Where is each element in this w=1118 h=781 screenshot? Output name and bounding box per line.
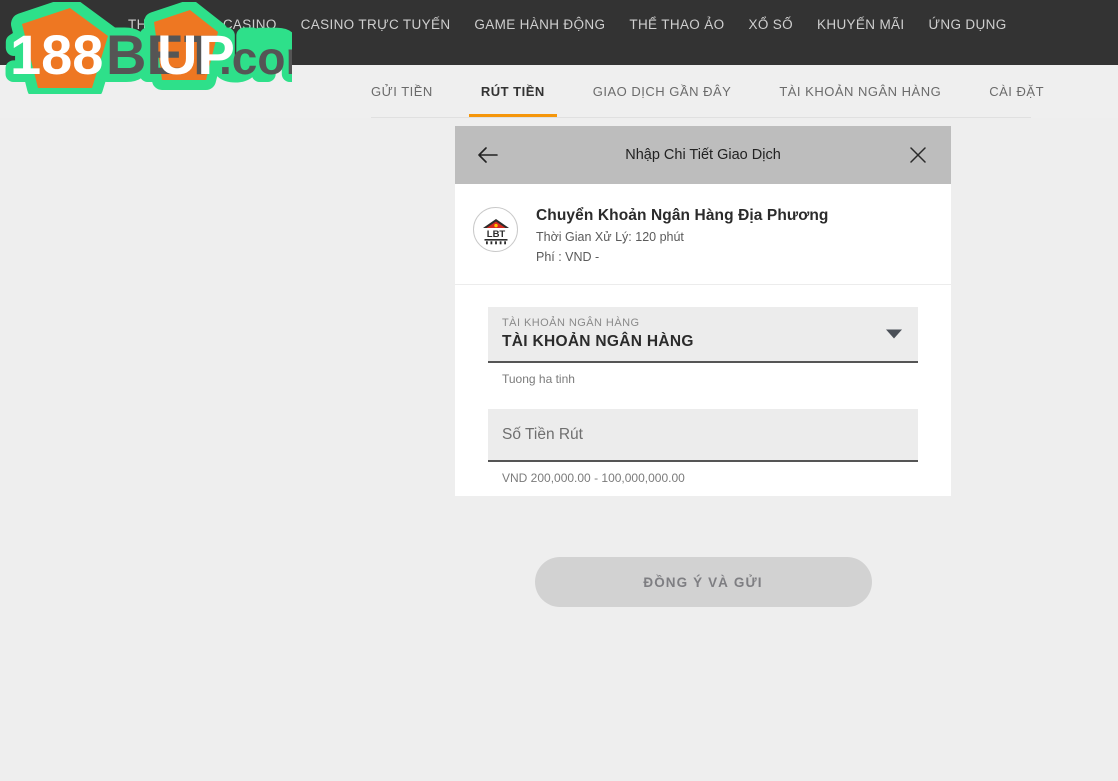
arrow-left-icon — [478, 147, 498, 163]
close-icon — [910, 147, 926, 163]
nav-item-the-thao[interactable]: THỂ THAO — [128, 17, 199, 33]
top-navigation-bar: THỂ THAO CASINO CASINO TRỰC TUYẾN GAME H… — [0, 0, 1118, 65]
processing-time-text: Thời Gian Xử Lý: 120 phút — [536, 230, 684, 244]
transaction-details-modal: Nhập Chi Tiết Giao Dịch LBT Chuyển Khoản… — [455, 126, 951, 496]
bank-account-label: TÀI KHOẢN NGÂN HÀNG — [502, 317, 640, 329]
fee-text: Phí : VND - — [536, 250, 600, 264]
payment-method-row: LBT Chuyển Khoản Ngân Hàng Địa Phương Th… — [455, 184, 951, 285]
nav-item-ung-dung[interactable]: ỨNG DỤNG — [929, 17, 1007, 33]
bank-logo-text: LBT — [486, 229, 505, 240]
tab-rut-tien[interactable]: RÚT TIỀN — [468, 65, 557, 117]
close-button[interactable] — [899, 136, 937, 174]
bank-account-hint: Tuong ha tinh — [502, 372, 575, 386]
modal-body-card: LBT Chuyển Khoản Ngân Hàng Địa Phương Th… — [455, 184, 951, 496]
nav-item-khuyen-mai[interactable]: KHUYẾN MÃI — [817, 17, 905, 33]
payment-method-info: Chuyển Khoản Ngân Hàng Địa Phương Thời G… — [536, 205, 829, 266]
nav-item-xo-so[interactable]: XỔ SỐ — [748, 17, 793, 33]
submit-button-area: ĐỒNG Ý VÀ GỬI — [455, 557, 951, 607]
tab-tai-khoan-ngan-hang[interactable]: TÀI KHOẢN NGÂN HÀNG — [779, 65, 941, 117]
modal-header: Nhập Chi Tiết Giao Dịch — [455, 126, 951, 184]
nav-item-game-hanh-dong[interactable]: GAME HÀNH ĐỘNG — [474, 17, 605, 33]
withdraw-amount-field[interactable] — [488, 409, 918, 462]
amount-limit-hint: VND 200,000.00 - 100,000,000.00 — [502, 471, 685, 485]
tab-giao-dich-gan-day[interactable]: GIAO DỊCH GẦN ĐÂY — [593, 65, 732, 117]
confirm-and-submit-button[interactable]: ĐỒNG Ý VÀ GỬI — [534, 557, 872, 607]
bank-account-value: TÀI KHOẢN NGÂN HÀNG — [502, 333, 694, 350]
chevron-down-icon — [886, 329, 902, 339]
nav-item-the-thao-ao[interactable]: THỂ THAO ẢO — [629, 17, 724, 33]
payment-method-title: Chuyển Khoản Ngân Hàng Địa Phương — [536, 207, 829, 224]
nav-menu: THỂ THAO CASINO CASINO TRỰC TUYẾN GAME H… — [128, 17, 1007, 33]
nav-item-casino-truc-tuyen[interactable]: CASINO TRỰC TUYẾN — [301, 17, 451, 33]
withdrawal-form: TÀI KHOẢN NGÂN HÀNG TÀI KHOẢN NGÂN HÀNG … — [455, 285, 951, 486]
withdraw-amount-input[interactable] — [502, 425, 904, 444]
bank-account-select[interactable]: TÀI KHOẢN NGÂN HÀNG TÀI KHOẢN NGÂN HÀNG — [488, 307, 918, 363]
account-tab-strip: GỬI TIỀN RÚT TIỀN GIAO DỊCH GẦN ĐÂY TÀI … — [0, 65, 1118, 118]
bank-logo: LBT — [473, 207, 518, 252]
modal-title: Nhập Chi Tiết Giao Dịch — [625, 147, 781, 163]
tab-cai-dat[interactable]: CÀI ĐẶT — [989, 65, 1044, 117]
bank-building-icon: LBT — [482, 218, 509, 244]
tab-list: GỬI TIỀN RÚT TIỀN GIAO DỊCH GẦN ĐÂY TÀI … — [371, 65, 1044, 118]
tab-gui-tien[interactable]: GỬI TIỀN — [371, 65, 433, 117]
back-button[interactable] — [469, 136, 507, 174]
nav-item-casino[interactable]: CASINO — [223, 17, 277, 33]
